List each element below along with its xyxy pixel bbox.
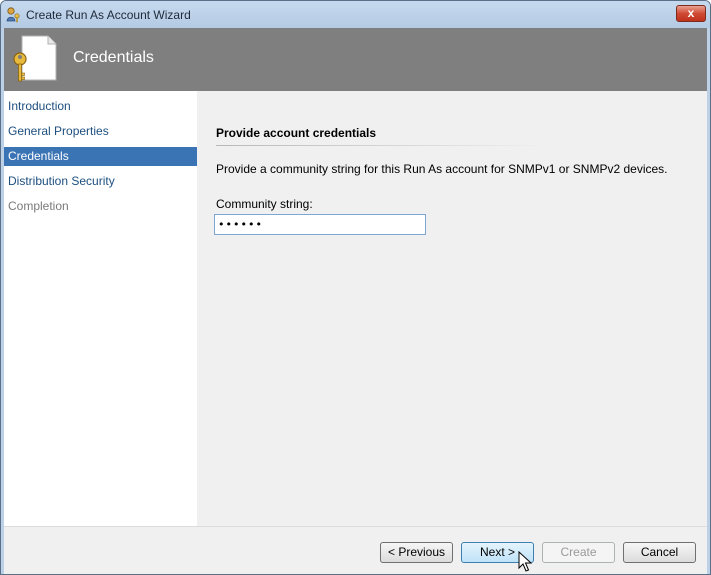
credentials-key-document-icon [13, 35, 57, 82]
nav-item-introduction[interactable]: Introduction [4, 97, 197, 116]
page-title: Credentials [73, 49, 154, 66]
wizard-content: Provide account credentials Provide a co… [197, 91, 707, 526]
nav-item-distribution-security[interactable]: Distribution Security [4, 172, 197, 191]
nav-item-general-properties[interactable]: General Properties [4, 122, 197, 141]
section-heading: Provide account credentials [216, 126, 377, 140]
previous-button[interactable]: < Previous [380, 542, 453, 563]
section-divider [216, 145, 550, 146]
description-text: Provide a community string for this Run … [216, 162, 668, 176]
mouse-pointer-icon [518, 551, 532, 572]
nav-item-credentials[interactable]: Credentials [4, 147, 197, 166]
community-string-label: Community string: [216, 197, 313, 211]
close-button[interactable]: x [676, 5, 706, 22]
nav-item-completion: Completion [8, 199, 69, 213]
window-title: Create Run As Account Wizard [26, 8, 191, 22]
create-button: Create [542, 542, 615, 563]
wizard-client-area: Credentials Introduction General Propert… [4, 28, 707, 574]
wizard-step-nav: Introduction General Properties Credenti… [4, 91, 197, 526]
header-banner: Credentials [4, 28, 707, 91]
run-as-account-icon [6, 7, 20, 23]
cancel-button[interactable]: Cancel [623, 542, 696, 563]
wizard-footer: < Previous Next > Create Cancel [4, 526, 707, 574]
title-bar[interactable]: Create Run As Account Wizard x [1, 1, 710, 28]
wizard-window: Create Run As Account Wizard x Credentia… [0, 0, 711, 575]
community-string-input[interactable] [214, 214, 426, 235]
